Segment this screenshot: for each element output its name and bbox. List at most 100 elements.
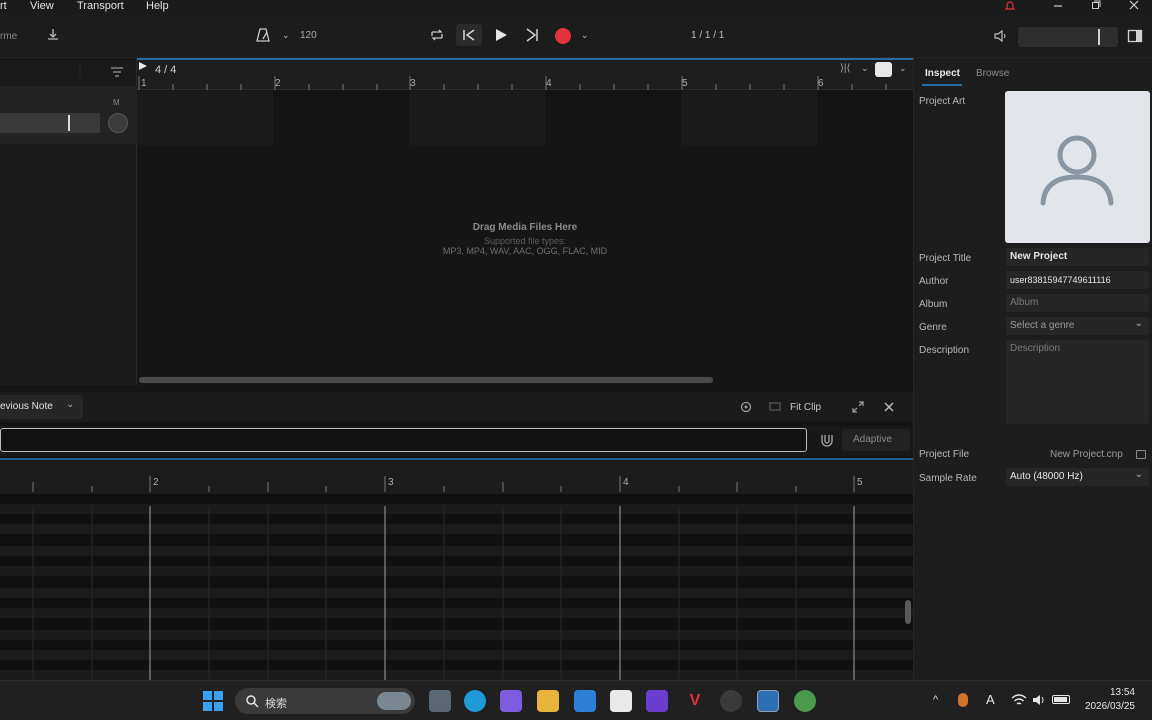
minimize-window-icon[interactable]	[1046, 0, 1070, 14]
store-icon[interactable]	[610, 690, 632, 712]
snap-toggle-icon[interactable]	[875, 62, 892, 77]
clock-date[interactable]: 2026/03/25	[1075, 701, 1135, 712]
export-icon[interactable]	[45, 27, 61, 46]
piano-roll-header: evious Note ⌄ Fit Clip	[0, 392, 913, 422]
skip-to-end-icon[interactable]	[524, 27, 540, 46]
zoom-dropdown-icon[interactable]: ⌄	[861, 63, 869, 74]
sample-rate-select[interactable]: Auto (48000 Hz) ⌄	[1006, 468, 1149, 486]
master-volume-handle[interactable]	[1098, 29, 1100, 45]
author-label: Author	[919, 276, 949, 287]
file-explorer-icon[interactable]	[537, 690, 559, 712]
record-dropdown-icon[interactable]: ⌄	[581, 30, 589, 41]
metronome-dropdown-icon[interactable]: ⌄	[282, 30, 290, 41]
volume-icon[interactable]	[993, 28, 1009, 47]
settings-gear-icon[interactable]	[739, 400, 753, 417]
project-art-image[interactable]	[1005, 91, 1150, 243]
author-input[interactable]: user83815947749611116	[1006, 271, 1149, 289]
metronome-icon[interactable]	[255, 27, 271, 46]
photos-icon[interactable]	[574, 690, 596, 712]
mute-button[interactable]: M	[113, 98, 120, 107]
search-icon	[246, 695, 259, 708]
tab-inspect[interactable]: Inspect	[925, 68, 960, 79]
fit-clip-button[interactable]: Fit Clip	[790, 402, 821, 413]
fit-clip-icon[interactable]	[767, 400, 783, 417]
tab-inspect-underline	[922, 84, 962, 86]
magnet-snap-icon[interactable]	[819, 432, 835, 451]
return-to-start-button[interactable]	[456, 24, 482, 46]
track-volume-handle[interactable]	[68, 115, 70, 131]
zoom-fit-icon[interactable]: ⟩|⟨	[840, 63, 850, 74]
drop-zone[interactable]: Drag Media Files Here Supported file typ…	[137, 145, 913, 377]
piano-roll-ruler-ticks	[32, 476, 855, 492]
panel-splitter[interactable]	[0, 385, 913, 392]
track-lane[interactable]	[137, 91, 913, 145]
tray-overflow-icon[interactable]: ^	[933, 694, 938, 706]
adaptive-button[interactable]: Adaptive	[842, 429, 910, 451]
tab-browse[interactable]: Browse	[976, 68, 1009, 79]
piano-roll-ruler[interactable]: 2 3 4 5	[0, 458, 913, 494]
open-file-icon[interactable]	[1136, 450, 1146, 459]
app-icon[interactable]	[646, 690, 668, 712]
snap-dropdown-icon[interactable]: ⌄	[899, 63, 907, 74]
master-volume-slider[interactable]	[1018, 27, 1118, 47]
album-input[interactable]: Album	[1006, 294, 1149, 312]
project-file-value[interactable]: New Project.cnp	[1050, 449, 1123, 460]
menu-transport[interactable]: Transport	[77, 0, 124, 12]
record-button[interactable]	[555, 28, 571, 44]
position-readout: 1 / 1 / 1	[691, 30, 725, 41]
menu-edit[interactable]: rt	[0, 0, 7, 12]
close-window-icon[interactable]	[1122, 0, 1146, 14]
note-input-field[interactable]	[0, 428, 807, 452]
scale-select[interactable]: evious Note ⌄	[0, 395, 83, 419]
chevron-down-icon: ⌄	[1134, 469, 1143, 480]
tempo-value[interactable]: 120	[300, 30, 317, 41]
task-view-icon[interactable]	[429, 690, 451, 712]
expand-panel-icon[interactable]	[851, 400, 865, 417]
media-app-icon[interactable]: V	[684, 690, 706, 712]
menu-view[interactable]: View	[30, 0, 54, 12]
genre-label: Genre	[919, 322, 947, 333]
avatar-placeholder-icon	[1040, 135, 1114, 206]
description-textarea[interactable]: Description	[1006, 340, 1149, 424]
ime-indicator[interactable]: A	[986, 692, 995, 707]
horizontal-scrollbar[interactable]	[139, 377, 713, 383]
start-menu-icon[interactable]	[202, 690, 224, 712]
copilot-icon[interactable]	[500, 690, 522, 712]
menu-help[interactable]: Help	[146, 0, 169, 12]
close-panel-icon[interactable]	[882, 400, 896, 417]
project-title-label: Project Title	[919, 253, 972, 264]
sample-rate-value: Auto (48000 Hz)	[1010, 471, 1083, 482]
taskbar-search-box[interactable]: 検索	[235, 688, 415, 714]
genre-select[interactable]: Select a genre ⌄	[1006, 317, 1149, 335]
vertical-scrollbar[interactable]	[905, 600, 911, 624]
inspector-panel: Inspect Browse Project Art Project Title…	[913, 58, 1152, 680]
wifi-icon[interactable]	[1011, 693, 1027, 710]
ruler-ticks	[138, 76, 887, 90]
clock-time[interactable]: 13:54	[1081, 687, 1135, 698]
project-file-label: Project File	[919, 449, 970, 460]
track-filter-icon[interactable]	[110, 66, 124, 81]
chrome-icon[interactable]	[794, 690, 816, 712]
track-volume-slider[interactable]	[0, 113, 100, 133]
speaker-icon[interactable]	[1031, 693, 1047, 710]
genre-select-value: Select a genre	[1010, 320, 1075, 331]
loop-icon[interactable]	[428, 27, 446, 46]
piano-roll-grid[interactable]	[0, 494, 913, 680]
arrangement-view: 4 / 4 1 2 3 4 5 6 ⟩|⟨ ⌄ ⌄ Drag Media Fil…	[137, 58, 913, 385]
toggle-inspector-icon[interactable]	[1127, 28, 1143, 47]
edge-browser-icon[interactable]	[464, 690, 486, 712]
track-pan-knob[interactable]	[108, 113, 128, 133]
battery-icon[interactable]	[1052, 695, 1070, 704]
microphone-icon[interactable]	[958, 693, 968, 707]
active-app-icon[interactable]	[757, 690, 779, 712]
obs-icon[interactable]	[720, 690, 742, 712]
play-icon[interactable]	[493, 27, 509, 46]
notification-bell-icon[interactable]	[998, 0, 1022, 14]
chevron-down-icon: ⌄	[66, 399, 75, 410]
search-label: 検索	[265, 698, 287, 710]
transport-toolbar: rme ⌄ 120 ⌄ 1 / 1 / 1	[0, 14, 1152, 58]
project-title-input[interactable]: New Project	[1006, 248, 1149, 266]
track-sort-icon[interactable]: ⋮	[75, 66, 85, 77]
drop-zone-subtitle: Supported file types:	[483, 236, 567, 246]
restore-window-icon[interactable]	[1084, 0, 1108, 14]
